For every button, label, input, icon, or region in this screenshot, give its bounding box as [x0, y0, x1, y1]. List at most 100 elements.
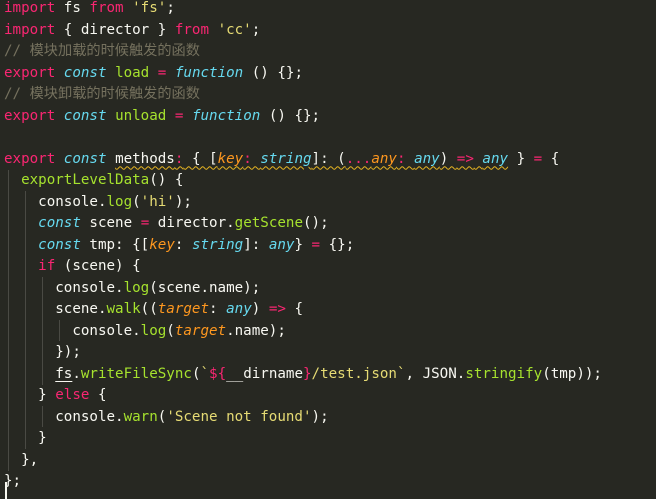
- code-token: walk: [106, 301, 141, 317]
- code-token: director.: [149, 215, 235, 231]
- code-token: const: [38, 215, 81, 231]
- code-line[interactable]: exportLevelData() {: [4, 170, 183, 192]
- code-line[interactable]: if (scene) {: [4, 256, 141, 278]
- code-line[interactable]: console.log('hi');: [4, 192, 192, 214]
- code-line[interactable]: export const load = function () {};: [4, 63, 303, 85]
- code-token: :: [209, 301, 227, 317]
- code-token: exportLevelData: [21, 172, 150, 188]
- code-token: const: [63, 64, 107, 81]
- code-token: ): [439, 150, 457, 167]
- code-token: 'fs': [132, 0, 167, 16]
- code-token: methods: [115, 150, 175, 167]
- code-token: console.: [4, 279, 124, 296]
- code-token: target: [157, 301, 210, 317]
- code-token: from: [89, 0, 124, 16]
- code-token: ();: [303, 215, 329, 231]
- code-line[interactable]: }: [4, 428, 47, 450]
- code-token: (: [132, 193, 141, 210]
- code-token: writeFileSync: [80, 365, 192, 382]
- code-line[interactable]: const scene = director.getScene();: [4, 213, 329, 235]
- code-token: from: [174, 21, 210, 38]
- code-line[interactable]: console.warn('Scene not found');: [4, 407, 329, 429]
- code-editor[interactable]: import fs from 'fs'; import { director } …: [0, 0, 656, 499]
- code-token: export: [4, 150, 56, 167]
- code-token: fs: [55, 365, 73, 382]
- code-token: ...: [345, 150, 372, 167]
- code-token: import: [4, 0, 56, 16]
- code-token: .: [72, 365, 81, 382]
- code-token: }: [508, 150, 534, 167]
- code-token: :: [396, 150, 415, 167]
- code-token: ): [251, 301, 269, 317]
- code-line[interactable]: console.log(target.name);: [4, 321, 286, 343]
- code-token: const: [63, 107, 107, 124]
- code-line[interactable]: fs.writeFileSync(`${__dirname}/test.json…: [4, 364, 602, 386]
- code-line[interactable]: // 模块加载的时候触发的函数: [4, 41, 200, 63]
- code-line[interactable]: });: [4, 342, 81, 364]
- code-token: export: [4, 107, 56, 124]
- code-token: target: [174, 322, 227, 339]
- code-token: string: [191, 236, 244, 253]
- code-token: getScene: [234, 215, 303, 231]
- code-line[interactable]: },: [4, 450, 38, 472]
- code-token: }: [303, 365, 312, 382]
- code-token: () {};: [243, 64, 304, 81]
- text-cursor: [5, 482, 7, 499]
- code-line[interactable]: scene.walk((target: any) => {: [4, 299, 303, 321]
- code-line[interactable]: } else {: [4, 385, 107, 407]
- code-token: (: [166, 322, 175, 339]
- code-token: =: [533, 150, 543, 167]
- code-token: =: [311, 236, 321, 253]
- code-token: key: [149, 236, 175, 253]
- code-line[interactable]: // 模块卸载的时候触发的函数: [4, 84, 200, 106]
- code-token: key: [217, 150, 244, 167]
- code-line[interactable]: import { director } from 'cc';: [4, 20, 260, 42]
- code-token: scene: [80, 215, 141, 231]
- code-token: stringify: [465, 365, 543, 382]
- code-token: unload: [115, 107, 167, 124]
- code-token: any: [482, 150, 509, 167]
- code-token: export: [4, 64, 56, 81]
- code-token: ${: [209, 365, 227, 382]
- code-token: :: [174, 236, 192, 253]
- code-token: log: [123, 279, 150, 296]
- code-line[interactable]: const tmp: {[key: string]: any} = {};: [4, 235, 354, 257]
- code-line[interactable]: console.log(scene.name);: [4, 278, 260, 300]
- code-token: __dirname: [226, 365, 303, 382]
- code-token: any: [268, 236, 295, 253]
- code-token: }: [294, 236, 312, 253]
- code-line[interactable]: import fs from 'fs';: [4, 0, 175, 20]
- code-token: `: [200, 365, 210, 382]
- code-token: // 模块加载的时候触发的函数: [4, 43, 200, 59]
- code-token: {};: [320, 236, 355, 253]
- code-token: );: [311, 408, 329, 425]
- code-token: ;: [166, 0, 175, 16]
- code-token: any: [414, 150, 440, 167]
- code-token: any: [226, 301, 252, 317]
- code-token: log: [106, 193, 133, 210]
- code-line[interactable]: export const methods: { [key: string]: (…: [4, 149, 559, 171]
- code-token: }: [4, 430, 47, 446]
- code-token: ]:: [243, 236, 269, 253]
- code-token: {: [285, 301, 304, 317]
- code-token: const: [63, 150, 107, 167]
- code-token: /test.json`: [311, 365, 406, 382]
- code-token: ((: [140, 301, 158, 317]
- code-token: () {: [149, 172, 184, 188]
- code-token: {: [89, 387, 107, 403]
- code-token: const: [38, 236, 81, 253]
- code-token: function: [174, 64, 244, 81]
- code-line[interactable]: export const unload = function () {};: [4, 106, 320, 128]
